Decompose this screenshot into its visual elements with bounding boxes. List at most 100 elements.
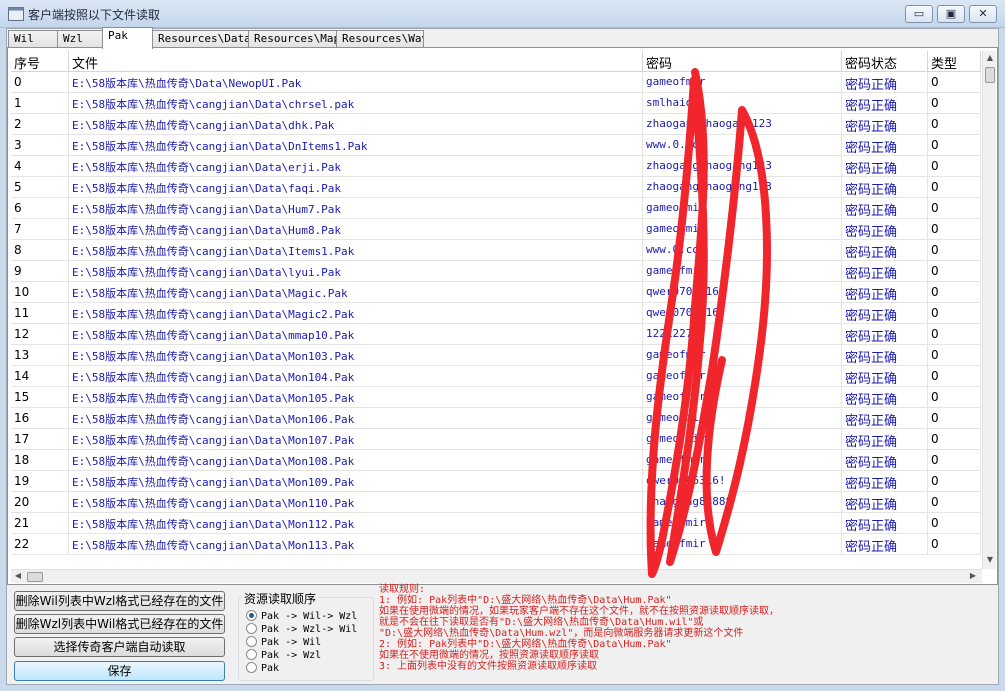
close-button[interactable]: ✕ <box>969 5 997 23</box>
resource-order-option-label: Pak -> Wzl <box>261 650 322 661</box>
table-row[interactable]: 2 E:\58版本库\热血传奇\cangjian\Data\dhk.Pak zhao… <box>11 114 981 135</box>
table-row[interactable]: 15 E:\58版本库\热血传奇\cangjian\Data\Mon105.Pak… <box>11 387 981 408</box>
row-file-path: E:\58版本库\热血传奇\cangjian\Data\dhk.Pak <box>69 114 643 135</box>
row-password-status: 密码正确 <box>842 534 928 555</box>
tab-resources-data[interactable]: Resources\Data <box>152 30 249 48</box>
row-file-path: E:\58版本库\热血传奇\cangjian\Data\Mon104.Pak <box>69 366 643 387</box>
row-file-path: E:\58版本库\热血传奇\cangjian\Data\Mon105.Pak <box>69 387 643 408</box>
resource-order-option[interactable]: Pak <box>246 662 279 675</box>
row-file-path: E:\58版本库\热血传奇\cangjian\Data\Hum7.Pak <box>69 198 643 219</box>
table-row[interactable]: 9 E:\58版本库\热血传奇\cangjian\Data\lyui.Pak gam… <box>11 261 981 282</box>
table-row[interactable]: 17 E:\58版本库\热血传奇\cangjian\Data\Mon107.Pak… <box>11 429 981 450</box>
table-row[interactable]: 19 E:\58版本库\热血传奇\cangjian\Data\Mon109.Pak… <box>11 471 981 492</box>
auto-read-client-button[interactable]: 选择传奇客户端自动读取 <box>14 637 225 657</box>
row-password-status: 密码正确 <box>842 345 928 366</box>
column-header-index[interactable]: 序号 <box>11 51 69 72</box>
row-index: 15 <box>11 387 69 408</box>
table-row[interactable]: 11 E:\58版本库\热血传奇\cangjian\Data\Magic2.Pak… <box>11 303 981 324</box>
row-file-path: E:\58版本库\热血传奇\cangjian\Data\chrsel.pak <box>69 93 643 114</box>
column-header-file[interactable]: 文件 <box>69 51 643 72</box>
row-file-path: E:\58版本库\热血传奇\cangjian\Data\lyui.Pak <box>69 261 643 282</box>
row-type: 0 <box>928 261 981 282</box>
horizontal-scroll-thumb[interactable] <box>27 572 43 582</box>
table-row[interactable]: 22 E:\58版本库\热血传奇\cangjian\Data\Mon113.Pak… <box>11 534 981 555</box>
row-type: 0 <box>928 471 981 492</box>
tab-pak[interactable]: Pak <box>102 27 153 49</box>
table-row[interactable]: 18 E:\58版本库\热血传奇\cangjian\Data\Mon108.Pak… <box>11 450 981 471</box>
table-row[interactable]: 8 E:\58版本库\热血传奇\cangjian\Data\Items1.Pak w… <box>11 240 981 261</box>
row-index: 3 <box>11 135 69 156</box>
row-file-path: E:\58版本库\热血传奇\cangjian\Data\Hum8.Pak <box>69 219 643 240</box>
minimize-button[interactable]: ▭ <box>905 5 933 23</box>
row-password: gameofmir <box>643 450 842 471</box>
pak-tab-panel: 序号 文件 密码 密码状态 类型 0 E:\58版本库\热血传奇\Data\New… <box>7 47 998 585</box>
read-rules-text: 读取规则: 1: 例如: Pak列表中"D:\盛大网络\热血传奇\Data\Hum… <box>379 584 939 672</box>
radio-button-icon[interactable] <box>246 623 257 634</box>
row-file-path: E:\58版本库\热血传奇\cangjian\Data\Mon108.Pak <box>69 450 643 471</box>
row-index: 5 <box>11 177 69 198</box>
scroll-right-icon[interactable]: ▶ <box>967 570 979 582</box>
row-file-path: E:\58版本库\热血传奇\cangjian\Data\DnItems1.Pak <box>69 135 643 156</box>
table-row[interactable]: 6 E:\58版本库\热血传奇\cangjian\Data\Hum7.Pak gam… <box>11 198 981 219</box>
table-row[interactable]: 16 E:\58版本库\热血传奇\cangjian\Data\Mon106.Pak… <box>11 408 981 429</box>
table-row[interactable]: 10 E:\58版本库\热血传奇\cangjian\Data\Magic.Pak q… <box>11 282 981 303</box>
resource-order-option[interactable]: Pak -> Wil <box>246 636 321 649</box>
radio-button-icon[interactable] <box>246 636 257 647</box>
table-row[interactable]: 21 E:\58版本库\热血传奇\cangjian\Data\Mon112.Pak… <box>11 513 981 534</box>
scroll-left-icon[interactable]: ◀ <box>12 570 24 582</box>
delete-wil-duplicates-button[interactable]: 删除Wil列表中Wzl格式已经存在的文件 <box>14 591 225 611</box>
maximize-button[interactable]: ▣ <box>937 5 965 23</box>
tab-wil[interactable]: Wil <box>8 30 58 48</box>
radio-button-icon[interactable] <box>246 649 257 660</box>
row-password: qwer0706316! <box>643 471 842 492</box>
radio-button-icon[interactable] <box>246 610 257 621</box>
row-file-path: E:\58版本库\热血传奇\cangjian\Data\Magic2.Pak <box>69 303 643 324</box>
row-index: 4 <box>11 156 69 177</box>
row-file-path: E:\58版本库\热血传奇\cangjian\Data\Items1.Pak <box>69 240 643 261</box>
rule-line: 2: 例如: Pak列表中"D:\盛大网络\热血传奇\Data\Hum.Pak" <box>379 639 672 650</box>
scroll-up-icon[interactable]: ▲ <box>984 52 996 64</box>
save-button[interactable]: 保存 <box>14 661 225 681</box>
scroll-down-icon[interactable]: ▼ <box>984 554 996 566</box>
row-index: 9 <box>11 261 69 282</box>
row-password: gameofmir <box>643 513 842 534</box>
table-row[interactable]: 20 E:\58版本库\热血传奇\cangjian\Data\Mon110.Pak… <box>11 492 981 513</box>
close-icon: ✕ <box>978 7 988 20</box>
table-row[interactable]: 5 E:\58版本库\热血传奇\cangjian\Data\faqi.Pak zha… <box>11 177 981 198</box>
column-header-password-status[interactable]: 密码状态 <box>842 51 928 72</box>
tab-resources-map[interactable]: Resources\Map <box>248 30 337 48</box>
vertical-scrollbar[interactable]: ▲ ▼ <box>982 51 996 569</box>
delete-wzl-duplicates-button[interactable]: 删除Wzl列表中Wil格式已经存在的文件 <box>14 614 225 634</box>
resource-order-option[interactable]: Pak -> Wil-> Wzl <box>246 610 357 623</box>
resource-order-option[interactable]: Pak -> Wzl-> Wil <box>246 623 357 636</box>
table-row[interactable]: 14 E:\58版本库\热血传奇\cangjian\Data\Mon104.Pak… <box>11 366 981 387</box>
horizontal-scrollbar[interactable]: ◀ ▶ <box>11 569 982 583</box>
tab-wzl[interactable]: Wzl <box>57 30 103 48</box>
table-row[interactable]: 0 E:\58版本库\热血传奇\Data\NewopUI.Pak gameofmir… <box>11 72 981 93</box>
row-index: 19 <box>11 471 69 492</box>
table-row[interactable]: 7 E:\58版本库\热血传奇\cangjian\Data\Hum8.Pak gam… <box>11 219 981 240</box>
resource-order-option[interactable]: Pak -> Wzl <box>246 649 321 662</box>
row-file-path: E:\58版本库\热血传奇\cangjian\Data\Mon106.Pak <box>69 408 643 429</box>
radio-button-icon[interactable] <box>246 662 257 673</box>
row-password-status: 密码正确 <box>842 177 928 198</box>
column-header-password[interactable]: 密码 <box>643 51 842 72</box>
window-title: 客户端按照以下文件读取 <box>28 8 161 22</box>
row-password: gameofmir <box>643 366 842 387</box>
main-panel: Wil Wzl Pak Resources\Data Resources\Map… <box>6 27 999 685</box>
row-file-path: E:\58版本库\热血传奇\cangjian\Data\Mon109.Pak <box>69 471 643 492</box>
row-index: 1 <box>11 93 69 114</box>
column-header-type[interactable]: 类型 <box>928 51 981 72</box>
table-row[interactable]: 13 E:\58版本库\热血传奇\cangjian\Data\Mon103.Pak… <box>11 345 981 366</box>
table-row[interactable]: 3 E:\58版本库\热血传奇\cangjian\Data\DnItems1.Pa… <box>11 135 981 156</box>
row-index: 8 <box>11 240 69 261</box>
table-row[interactable]: 4 E:\58版本库\热血传奇\cangjian\Data\erji.Pak zha… <box>11 156 981 177</box>
tab-resources-wav[interactable]: Resources\Wav <box>336 30 424 48</box>
resource-order-option-label: Pak -> Wzl-> Wil <box>261 624 358 635</box>
table-row[interactable]: 1 E:\58版本库\热血传奇\cangjian\Data\chrsel.pak s… <box>11 93 981 114</box>
vertical-scroll-thumb[interactable] <box>985 67 995 83</box>
row-password-status: 密码正确 <box>842 114 928 135</box>
table-row[interactable]: 12 E:\58版本库\热血传奇\cangjian\Data\mmap10.Pak… <box>11 324 981 345</box>
row-index: 21 <box>11 513 69 534</box>
row-password: zhaogang88888 <box>643 492 842 513</box>
